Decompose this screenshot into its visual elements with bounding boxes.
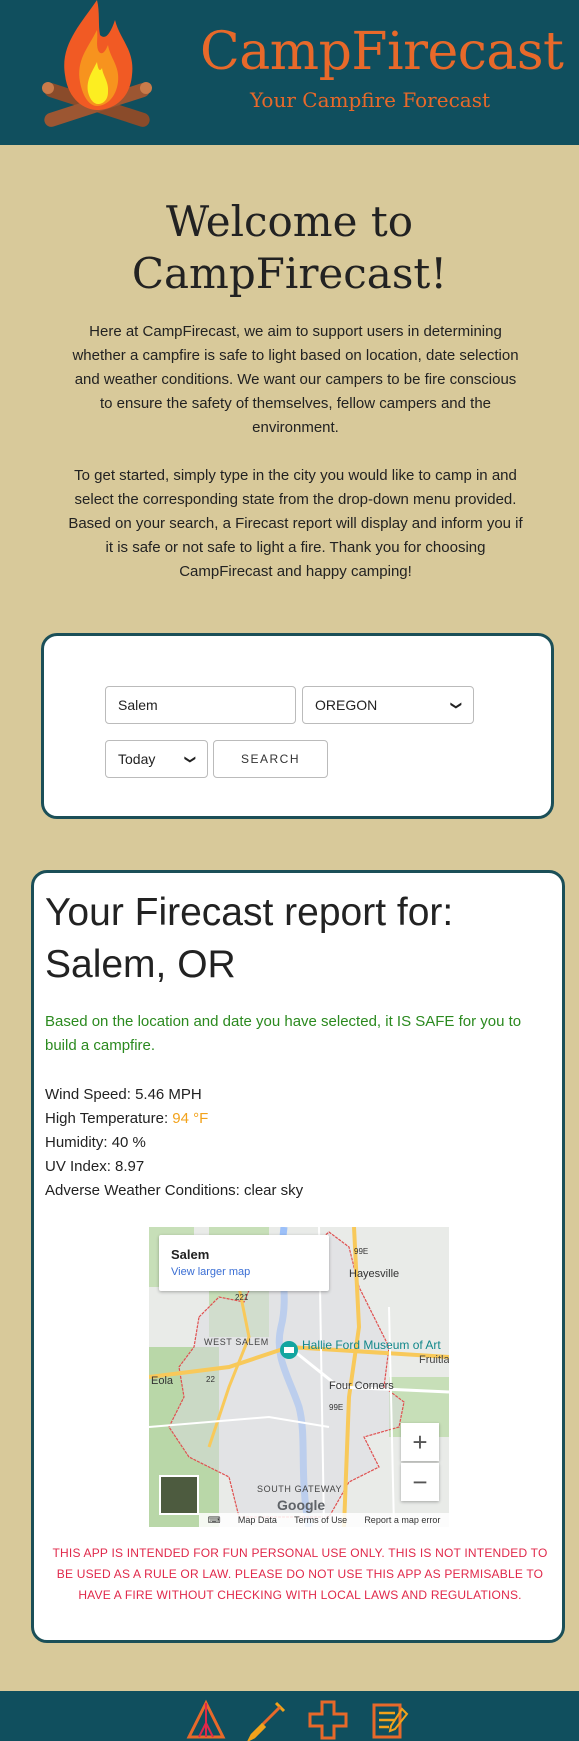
site-header: CampFirecast Your Campfire Forecast [0,0,579,145]
welcome-heading-text: Welcome to CampFirecast! [131,197,448,298]
intro-paragraph-2: To get started, simply type in the city … [68,467,523,580]
map-attribution-bar: ⌨ Map Data Terms of Use Report a map err… [199,1513,449,1527]
wind-speed-label: Wind Speed: [45,1086,131,1103]
search-card: Salem OREGON ❯ Today ❯ SEARCH [41,633,554,819]
firecast-report-card: Your Firecast report for: Salem, OR Base… [31,870,565,1643]
keyboard-shortcuts-icon[interactable]: ⌨ [208,1515,221,1526]
state-select-value: OREGON [315,697,378,713]
humidity-value: 40 % [111,1134,146,1151]
report-map-error-link[interactable]: Report a map error [364,1515,440,1525]
chevron-down-icon: ❯ [449,700,462,710]
map-highway-221: 221 [235,1293,249,1302]
satellite-toggle[interactable] [159,1475,199,1515]
map-data-link[interactable]: Map Data [238,1515,277,1525]
weather-conditions-value: clear sky [244,1182,304,1199]
high-temp-value: 94 °F [172,1110,209,1127]
campfire-icon [42,0,152,127]
map-highway-99e-top: 99E [354,1247,368,1256]
map-label-west-salem: WEST SALEM [204,1337,269,1347]
tent-icon[interactable] [185,1699,227,1741]
city-input-value: Salem [118,697,158,713]
disclaimer-text: THIS APP IS INTENDED FOR FUN PERSONAL US… [52,1546,548,1602]
weather-stats: Wind Speed: 5.46 MPH High Temperature: 9… [45,1083,545,1203]
footer-nav [0,1691,579,1741]
map-info-box: Salem View larger map [159,1235,329,1291]
map-label-eola: Eola [151,1375,174,1387]
wind-speed-row: Wind Speed: 5.46 MPH [45,1083,545,1107]
map-label-south-gateway: SOUTH GATEWAY [257,1484,342,1494]
intro-paragraph-1: Here at CampFirecast, we aim to support … [72,323,519,436]
terms-of-use-link[interactable]: Terms of Use [294,1515,347,1525]
report-title: Your Firecast report for: Salem, OR [45,891,454,986]
map-highway-99e-mid: 99E [329,1403,343,1412]
safety-message: Based on the location and date you have … [45,1013,522,1054]
humidity-row: Humidity: 40 % [45,1131,545,1155]
location-map[interactable]: Hayesville WEST SALEM Hallie Ford Museum… [149,1227,449,1527]
search-button[interactable]: SEARCH [213,740,328,778]
date-select[interactable]: Today ❯ [105,740,208,778]
brand-tagline: Your Campfire Forecast [249,88,491,112]
map-place-title: Salem [171,1247,210,1262]
high-temp-row: High Temperature: 94 °F [45,1107,545,1131]
map-label-hayesville: Hayesville [349,1268,399,1280]
search-button-label: SEARCH [240,752,300,766]
city-input[interactable]: Salem [105,686,296,724]
notes-icon[interactable] [369,1699,411,1741]
high-temp-label: High Temperature: [45,1110,169,1127]
view-larger-map-link[interactable]: View larger map [171,1266,317,1278]
map-highway-22: 22 [206,1375,215,1384]
state-select[interactable]: OREGON ❯ [302,686,474,724]
first-aid-icon[interactable] [307,1699,349,1741]
uv-index-label: UV Index: [45,1158,111,1175]
map-label-museum: Hallie Ford Museum of Art [302,1338,441,1352]
uv-index-value: 8.97 [115,1158,145,1175]
weather-conditions-row: Adverse Weather Conditions: clear sky [45,1179,545,1203]
welcome-heading: Welcome to CampFirecast! [0,196,579,300]
humidity-label: Humidity: [45,1134,108,1151]
zoom-out-button[interactable]: − [401,1463,439,1501]
wind-speed-value: 5.46 MPH [135,1086,202,1103]
chevron-down-icon: ❯ [183,754,196,764]
date-select-value: Today [118,751,156,767]
map-label-four-corners: Four Corners [329,1380,394,1392]
brand-title[interactable]: CampFirecast [200,22,564,82]
map-label-fruitland: Fruitla [419,1354,449,1366]
intro-text: Here at CampFirecast, we aim to support … [68,320,523,584]
uv-index-row: UV Index: 8.97 [45,1155,545,1179]
google-logo: Google [277,1497,326,1513]
weather-conditions-label: Adverse Weather Conditions: [45,1182,240,1199]
zoom-in-button[interactable]: + [401,1423,439,1461]
shovel-icon[interactable] [246,1699,288,1741]
